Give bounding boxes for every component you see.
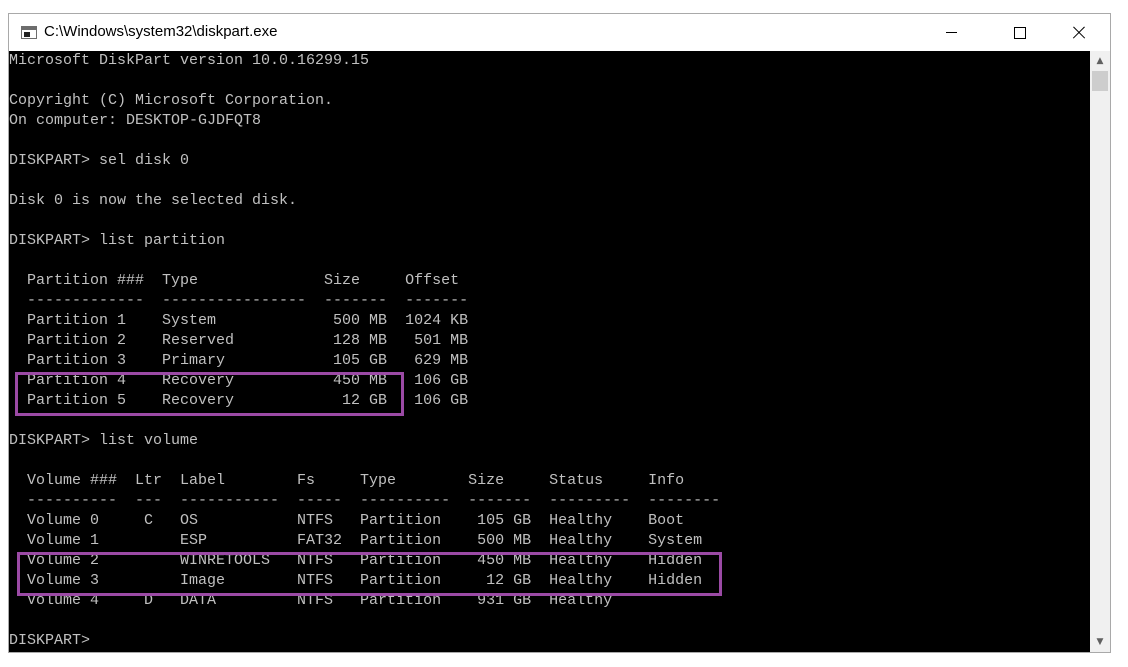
scroll-up-button[interactable]: ▲	[1090, 51, 1110, 71]
console-line: Volume 4 D DATA NTFS Partition 931 GB He…	[9, 592, 613, 609]
console-line: Volume 2 WINRETOOLS NTFS Partition 450 M…	[9, 552, 703, 569]
maximize-icon	[1014, 26, 1026, 39]
console-line	[9, 211, 1090, 231]
vertical-scrollbar[interactable]: ▲ ▼	[1090, 51, 1110, 652]
console-line: ------------- ---------------- ------- -…	[9, 292, 469, 309]
console-line: DISKPART> list volume	[9, 432, 199, 449]
console-line: DISKPART> list partition	[9, 232, 226, 249]
window-title: C:\Windows\system32\diskpart.exe	[44, 23, 278, 40]
scroll-down-button[interactable]: ▼	[1090, 632, 1110, 652]
console-line	[9, 451, 1090, 471]
console-line: ---------- --- ----------- ----- -------…	[9, 492, 721, 509]
console-line: Partition 5 Recovery 12 GB 106 GB	[9, 392, 469, 409]
console-line	[9, 71, 1090, 91]
minimize-icon	[945, 32, 957, 33]
console-line	[9, 171, 1090, 191]
console-line: Microsoft DiskPart version 10.0.16299.15	[9, 52, 370, 69]
console-line: Partition 3 Primary 105 GB 629 MB	[9, 352, 469, 369]
console-line: Disk 0 is now the selected disk.	[9, 192, 298, 209]
scroll-thumb[interactable]	[1092, 71, 1108, 91]
console-line: DISKPART> sel disk 0	[9, 152, 190, 169]
maximize-button[interactable]	[991, 14, 1049, 51]
console-line: Partition 2 Reserved 128 MB 501 MB	[9, 332, 469, 349]
console-line	[9, 611, 1090, 631]
close-icon	[1072, 26, 1086, 40]
close-button[interactable]	[1050, 14, 1108, 51]
console-line: Volume ### Ltr Label Fs Type Size Status…	[9, 472, 685, 489]
console-line: Partition ### Type Size Offset	[9, 272, 460, 289]
scroll-up-arrow-icon: ▲	[1096, 56, 1104, 66]
console-line: Volume 1 ESP FAT32 Partition 500 MB Heal…	[9, 532, 703, 549]
scroll-down-arrow-icon: ▼	[1096, 637, 1104, 647]
console-output[interactable]: Microsoft DiskPart version 10.0.16299.15…	[9, 51, 1090, 652]
title-bar[interactable]: C:\Windows\system32\diskpart.exe	[9, 14, 1110, 51]
console-line	[9, 411, 1090, 431]
console-line: On computer: DESKTOP-GJDFQT8	[9, 112, 262, 129]
diskpart-console-window: C:\Windows\system32\diskpart.exe Microso…	[8, 13, 1111, 653]
console-line: Volume 0 C OS NTFS Partition 105 GB Heal…	[9, 512, 685, 529]
console-window-icon[interactable]	[21, 26, 37, 39]
console-line: Volume 3 Image NTFS Partition 12 GB Heal…	[9, 572, 703, 589]
console-line	[9, 251, 1090, 271]
console-line: Partition 4 Recovery 450 MB 106 GB	[9, 372, 469, 389]
console-line: Copyright (C) Microsoft Corporation.	[9, 92, 334, 109]
console-line: DISKPART>	[9, 632, 91, 649]
minimize-button[interactable]	[922, 14, 980, 51]
console-line	[9, 131, 1090, 151]
console-line: Partition 1 System 500 MB 1024 KB	[9, 312, 469, 329]
